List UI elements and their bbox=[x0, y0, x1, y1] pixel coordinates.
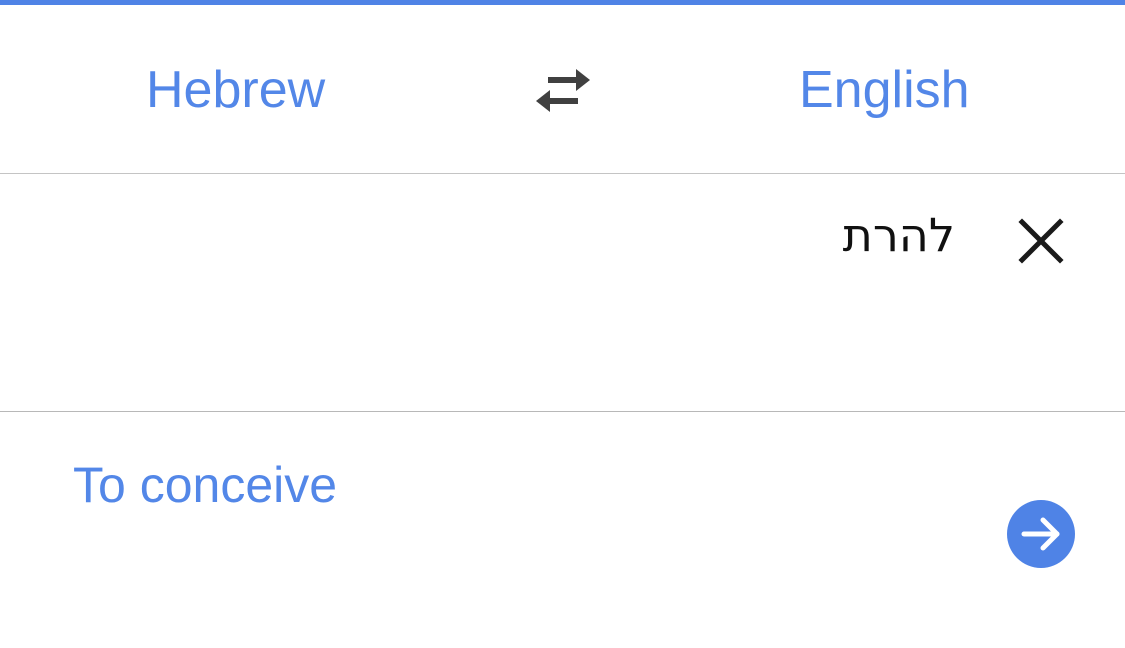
target-language-button[interactable]: English bbox=[799, 55, 970, 125]
translate-app: Hebrew English להרת To conceive bbox=[0, 0, 1125, 648]
language-bar: Hebrew English bbox=[0, 5, 1125, 174]
open-translation-button[interactable] bbox=[1007, 500, 1075, 568]
source-input-area[interactable]: להרת bbox=[0, 174, 1125, 412]
translation-text[interactable]: To conceive bbox=[73, 456, 337, 514]
translation-output-area: To conceive bbox=[0, 412, 1125, 648]
clear-input-button[interactable] bbox=[1014, 214, 1068, 268]
close-icon bbox=[1014, 214, 1068, 268]
swap-languages-button[interactable] bbox=[530, 63, 596, 119]
swap-arrows-icon bbox=[530, 63, 596, 119]
arrow-right-circle-icon bbox=[1007, 500, 1075, 568]
source-text[interactable]: להרת bbox=[843, 208, 955, 262]
source-language-button[interactable]: Hebrew bbox=[146, 55, 325, 125]
